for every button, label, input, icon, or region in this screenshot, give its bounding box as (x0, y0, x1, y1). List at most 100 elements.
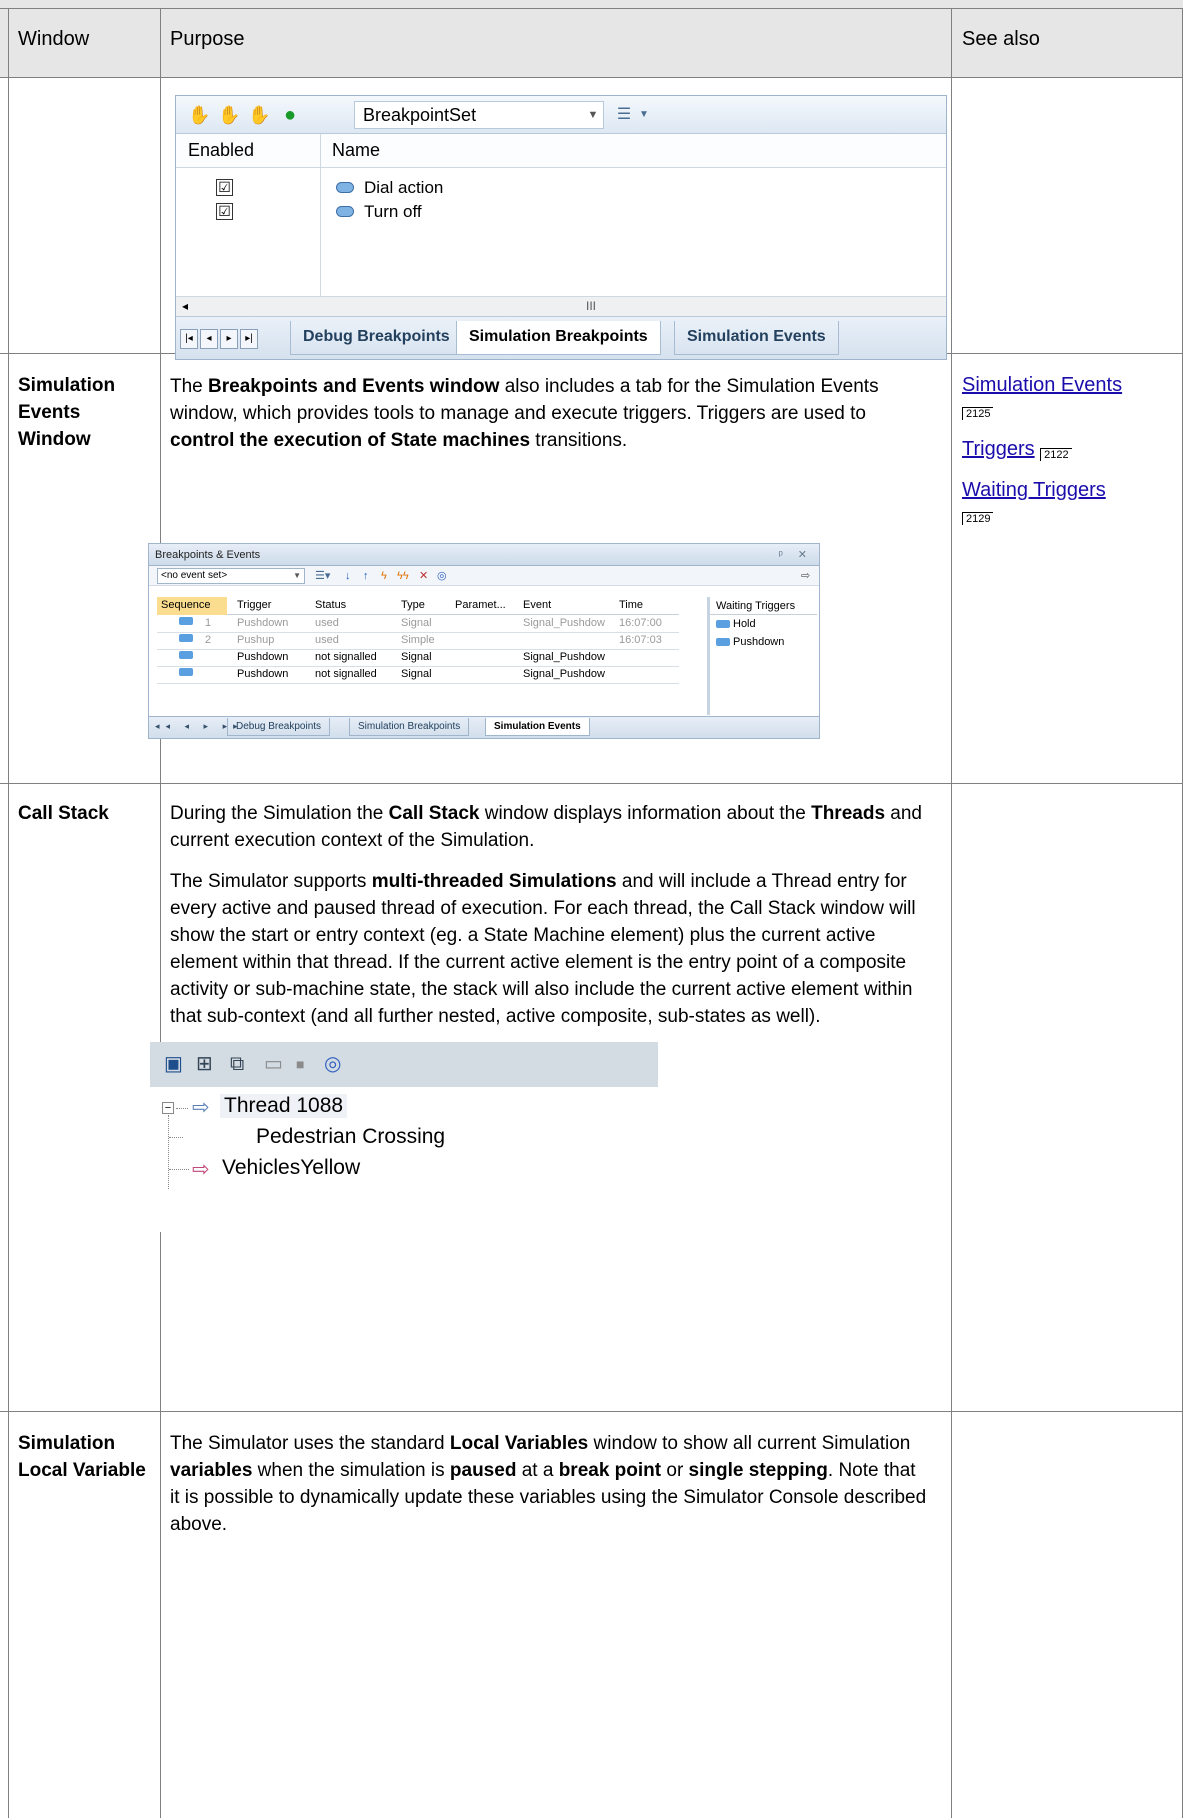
column-enabled[interactable]: Enabled (188, 140, 254, 161)
fire-all-triggers-icon[interactable]: ϟϟ (397, 568, 409, 584)
nav-first-icon[interactable]: |◂ (180, 329, 198, 349)
chevron-down-icon[interactable]: ▼ (583, 102, 603, 128)
breakpoint-name: Turn off (364, 202, 422, 221)
run-green-icon[interactable]: ● (280, 105, 300, 125)
breakpoint-row[interactable]: ☑ Dial action (176, 176, 946, 202)
event-tag-icon (179, 668, 193, 676)
purpose-paragraph: The Simulator uses the standard Local Va… (170, 1430, 930, 1538)
link-triggers[interactable]: Triggers (962, 438, 1035, 460)
waiting-trigger-item[interactable]: Pushdown (710, 633, 817, 651)
trigger-tag-icon (716, 620, 730, 629)
nav-next-icon[interactable]: ▸ (220, 329, 238, 349)
events-tabs: ◂◂ ◂ ▸ ▸▸ Debug Breakpoints Simulation B… (149, 716, 819, 738)
hand-delete-icon[interactable]: ✋ (218, 105, 240, 125)
nav-prev-icon[interactable]: ◂ (200, 329, 218, 349)
arrow-right-icon[interactable]: ⇨ (801, 568, 810, 584)
event-row[interactable]: 1 Pushdown used Signal Signal_Pushdow 16… (157, 616, 679, 633)
bold-text: Call Stack (388, 803, 480, 824)
column-divider (160, 8, 161, 1818)
enabled-checkbox[interactable]: ☑ (216, 179, 233, 196)
hand-add-icon[interactable]: ✋ (188, 105, 210, 125)
column-header[interactable]: Paramet... (455, 599, 506, 611)
column-divider (951, 8, 952, 1818)
window-title: Breakpoints & Events (155, 549, 261, 561)
context-node[interactable]: Pedestrian Crossing (256, 1125, 445, 1149)
link-waiting-triggers[interactable]: Waiting Triggers (962, 479, 1106, 501)
enabled-checkbox[interactable]: ☑ (216, 203, 233, 220)
breakpoint-row[interactable]: ☑ Turn off (176, 200, 946, 226)
delete-icon[interactable]: ✕ (419, 568, 428, 584)
text: The (170, 376, 209, 397)
column-divider (8, 8, 9, 1818)
column-header[interactable]: Status (315, 599, 346, 611)
help-icon[interactable]: ◎ (437, 568, 447, 584)
tab-debug-breakpoints[interactable]: Debug Breakpoints (227, 718, 331, 736)
see-also-item: Simulation Events 2125 (962, 374, 1122, 420)
tab-simulation-events[interactable]: Simulation Events (485, 718, 590, 736)
breakpoint-set-combo[interactable]: BreakpointSet ▼ (354, 101, 604, 129)
tree-line (168, 1115, 169, 1189)
breakpoint-icon (336, 206, 354, 217)
window-buttons[interactable]: ᵖ ✕ (779, 544, 813, 566)
stop-icon[interactable]: ■ (296, 1052, 304, 1076)
hierarchy-icon[interactable]: ⊞ (196, 1052, 213, 1076)
event-row[interactable]: Pushdown not signalled Signal Signal_Pus… (157, 650, 679, 667)
list-icon[interactable]: ☰▾ (315, 568, 330, 584)
cell-event: Signal_Pushdow (523, 651, 605, 663)
header-window: Window (18, 28, 90, 50)
tab-simulation-breakpoints[interactable]: Simulation Breakpoints (349, 718, 470, 736)
breakpoint-name: Dial action (364, 178, 444, 197)
event-row[interactable]: Pushdown not signalled Signal Signal_Pus… (157, 667, 679, 684)
bold-text: single stepping (688, 1460, 828, 1481)
column-name[interactable]: Name (332, 140, 380, 161)
event-row[interactable]: 2 Pushup used Simple 16:07:03 (157, 633, 679, 650)
tab-simulation-events[interactable]: Simulation Events (674, 321, 839, 355)
event-tag-icon (179, 651, 193, 659)
column-header[interactable]: Type (401, 599, 425, 611)
save-icon[interactable]: ▣ (164, 1052, 183, 1076)
thread-node[interactable]: Thread 1088 (220, 1094, 348, 1118)
row-divider (0, 8, 1183, 9)
collapse-icon[interactable]: − (162, 1102, 174, 1114)
minus-icon[interactable]: ▭ (264, 1052, 283, 1076)
fire-trigger-icon[interactable]: ϟ (381, 568, 387, 584)
column-header[interactable]: Event (523, 599, 551, 611)
column-header[interactable]: Time (619, 599, 643, 611)
waiting-triggers-panel: Waiting Triggers Hold Pushdown (707, 597, 817, 715)
column-header[interactable]: Sequence (161, 599, 211, 611)
column-header[interactable]: Trigger (237, 599, 271, 611)
active-arrow-icon: ⇨ (192, 1158, 210, 1181)
event-set-combo[interactable]: <no event set> ▼ (157, 568, 305, 584)
waiting-trigger-item[interactable]: Hold (710, 615, 817, 633)
events-toolbar: <no event set> ▼ ☰▾ ↓ ↑ ϟ ϟϟ ✕ ◎ ⇨ (149, 566, 819, 586)
text: During the Simulation the (170, 803, 389, 824)
nav-last-icon[interactable]: ▸| (240, 329, 258, 349)
cell-status: used (315, 634, 339, 646)
chevron-down-icon[interactable]: ▼ (634, 105, 654, 125)
purpose-simulation-events: The Breakpoints and Events window also i… (170, 373, 930, 468)
move-up-icon[interactable]: ↑ (363, 568, 369, 584)
copy-icon[interactable]: ⧉ (230, 1052, 244, 1076)
header-purpose: Purpose (170, 28, 245, 50)
move-down-icon[interactable]: ↓ (345, 568, 351, 584)
hand-clear-icon[interactable]: ✋ (248, 105, 270, 125)
cell-sequence: 1 (205, 617, 212, 629)
text: and will include a Thread entry for ever… (170, 871, 916, 1027)
horizontal-scrollbar[interactable]: ◂ III (176, 296, 946, 316)
active-element-node[interactable]: VehiclesYellow (222, 1156, 360, 1180)
see-also-item: Triggers 2122 (962, 438, 1122, 461)
tab-debug-breakpoints[interactable]: Debug Breakpoints (290, 321, 463, 355)
text: or (661, 1460, 689, 1481)
breakpoints-toolbar: ✋ ✋ ✋ ● BreakpointSet ▼ ☰ ▼ (176, 96, 946, 134)
cell-type: Signal (401, 651, 432, 663)
scroll-left-icon[interactable]: ◂ (182, 299, 188, 313)
bold-text: break point (558, 1460, 662, 1481)
page-reference: 2125 (962, 407, 994, 420)
help-icon[interactable]: ◎ (324, 1052, 341, 1076)
scroll-thumb-grip[interactable]: III (586, 299, 596, 313)
tab-simulation-breakpoints[interactable]: Simulation Breakpoints (456, 321, 661, 355)
list-icon[interactable]: ☰ (614, 105, 634, 125)
link-simulation-events[interactable]: Simulation Events (962, 374, 1122, 396)
chevron-down-icon[interactable]: ▼ (293, 569, 301, 583)
cell-trigger: Pushdown (237, 617, 289, 629)
